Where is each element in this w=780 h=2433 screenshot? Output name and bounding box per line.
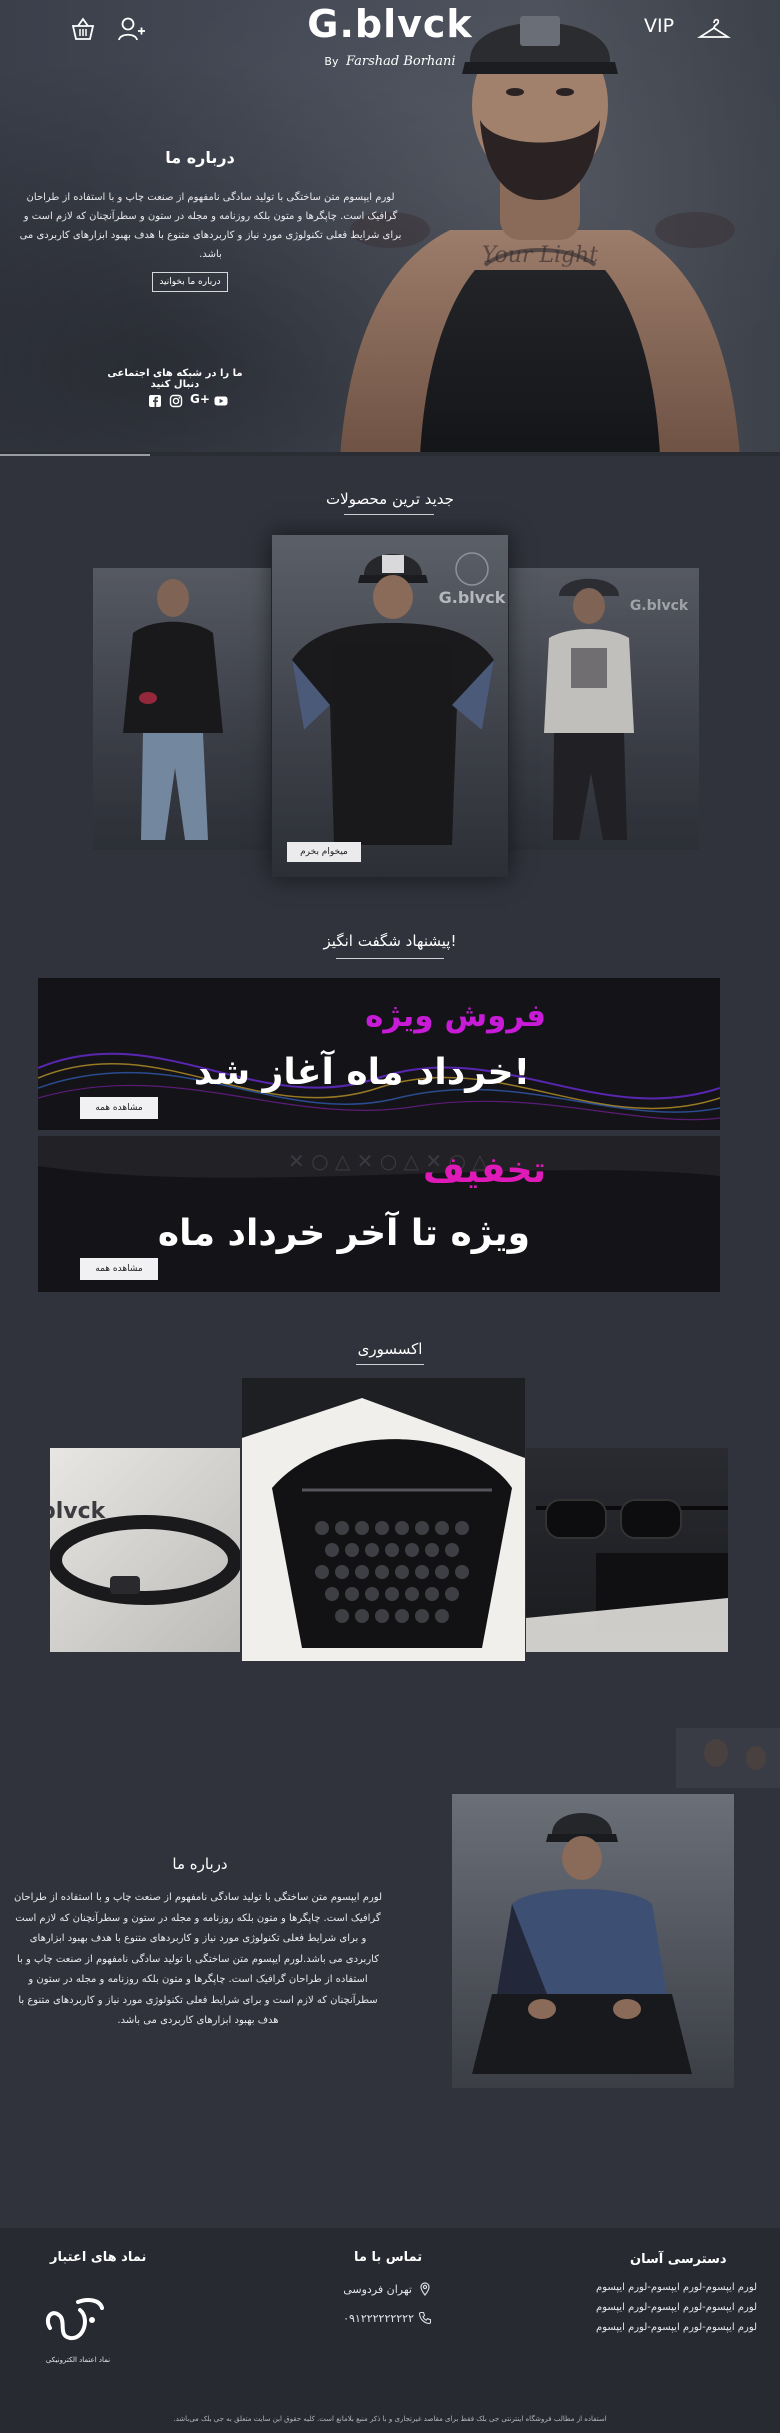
banner-special-sale[interactable]: فروش ویژه خرداد ماه آغاز شد! مشاهده همه [38, 978, 720, 1130]
sunglasses-image [526, 1499, 728, 1652]
by-label: By [324, 55, 339, 68]
hanger-icon[interactable] [697, 14, 731, 44]
quick-link[interactable]: لورم ایپسوم-لورم ایپسوم-لورم ایپسوم [596, 2322, 757, 2333]
quick-access-title: دسترسی آسان [630, 2252, 727, 2267]
instagram-icon[interactable] [169, 394, 183, 408]
view-all-button[interactable]: مشاهده همه [80, 1258, 158, 1280]
copyright-text: استفاده از مطالب فروشگاه اینترنتی جی بلک… [173, 2415, 607, 2423]
banner-main-text: ویژه تا آخر خرداد ماه [157, 1213, 530, 1254]
offers-title: پیشنهاد شگفت انگیز! [323, 932, 457, 950]
phone-icon [418, 2311, 432, 2325]
signature: Farshad Borhani [345, 54, 456, 69]
accessory-sunglasses[interactable] [526, 1448, 728, 1652]
accessories-underline [356, 1364, 424, 1365]
offers-underline [336, 958, 444, 959]
banner-discount[interactable]: ✕ ○ △ ✕ ○ △ ✕ ○ △ تخفیف ویژه تا آخر خردا… [38, 1136, 720, 1292]
new-products-underline [344, 514, 434, 515]
youtube-icon[interactable] [214, 394, 228, 408]
accessory-bag[interactable] [242, 1378, 525, 1661]
trust-badge-caption: نماد اعتماد الکترونیکی [45, 2356, 111, 2364]
enamad-logo[interactable] [40, 2288, 114, 2350]
vip-link[interactable]: VIP [644, 15, 674, 37]
hero-seam-line [0, 454, 150, 456]
product-image-left [123, 579, 223, 840]
product-image-center: G.blvck [292, 552, 506, 845]
about-photo [452, 1794, 734, 2088]
about-text: لورم ایپسوم متن ساختگی با تولید سادگی نا… [14, 1892, 382, 2026]
hero-about-text: لورم ایپسوم متن ساختگی با تولید سادگی نا… [19, 192, 402, 260]
hero-about-title: درباره ما [165, 148, 235, 167]
bracelet-image: blvck [50, 1499, 240, 1605]
contact-title: تماس با ما [354, 2250, 423, 2265]
svg-text:G.blvck: G.blvck [630, 598, 689, 614]
brand-byline: By Farshad Borhani [280, 54, 500, 69]
map-pin-icon [420, 2282, 430, 2296]
quick-link[interactable]: لورم ایپسوم-لورم ایپسوم-لورم ایپسوم [596, 2302, 757, 2313]
bg-fragment-image [704, 1739, 766, 1770]
about-bg-photo-fragment [676, 1728, 780, 1788]
contact-phone[interactable]: ۰۹۱۲۲۲۲۲۲۲۲۲ [326, 2312, 414, 2325]
accessory-bracelet[interactable]: blvck [50, 1448, 240, 1652]
follow-social-text: ما را در شبکه های اجتماعی دنبال کنید [107, 368, 243, 390]
banner-accent-text: فروش ویژه [365, 998, 546, 1034]
trust-badges-title: نماد های اعتبار [50, 2250, 147, 2265]
product-image-right: G.blvck [544, 578, 689, 840]
read-about-button[interactable]: درباره ما بخوانید [152, 272, 228, 292]
view-all-button[interactable]: مشاهده همه [80, 1097, 158, 1119]
seated-model-image [472, 1813, 692, 2074]
product-card-left[interactable] [93, 568, 271, 850]
google-plus-icon[interactable]: G+ [190, 392, 210, 406]
basket-icon[interactable] [68, 14, 98, 44]
about-title: درباره ما [172, 1855, 228, 1873]
product-card-center[interactable]: G.blvck [272, 535, 508, 877]
buy-button[interactable]: میخوام بخرم [287, 842, 361, 862]
contact-address: تهران فردوسی [343, 2283, 412, 2296]
accessories-title: اکسسوری [357, 1340, 423, 1358]
new-products-title: جدید ترین محصولات [326, 490, 454, 508]
facebook-icon[interactable] [148, 394, 162, 408]
banner-accent-text: تخفیف [423, 1150, 546, 1191]
bag-image [242, 1398, 525, 1661]
product-card-right[interactable]: G.blvck [509, 568, 699, 850]
add-user-icon[interactable] [116, 14, 146, 44]
banner-main-text: خرداد ماه آغاز شد! [193, 1052, 530, 1093]
quick-link[interactable]: لورم ایپسوم-لورم ایپسوم-لورم ایپسوم [596, 2282, 757, 2293]
svg-text:G.blvck: G.blvck [439, 588, 506, 607]
svg-text:Your Light: Your Light [482, 243, 598, 268]
